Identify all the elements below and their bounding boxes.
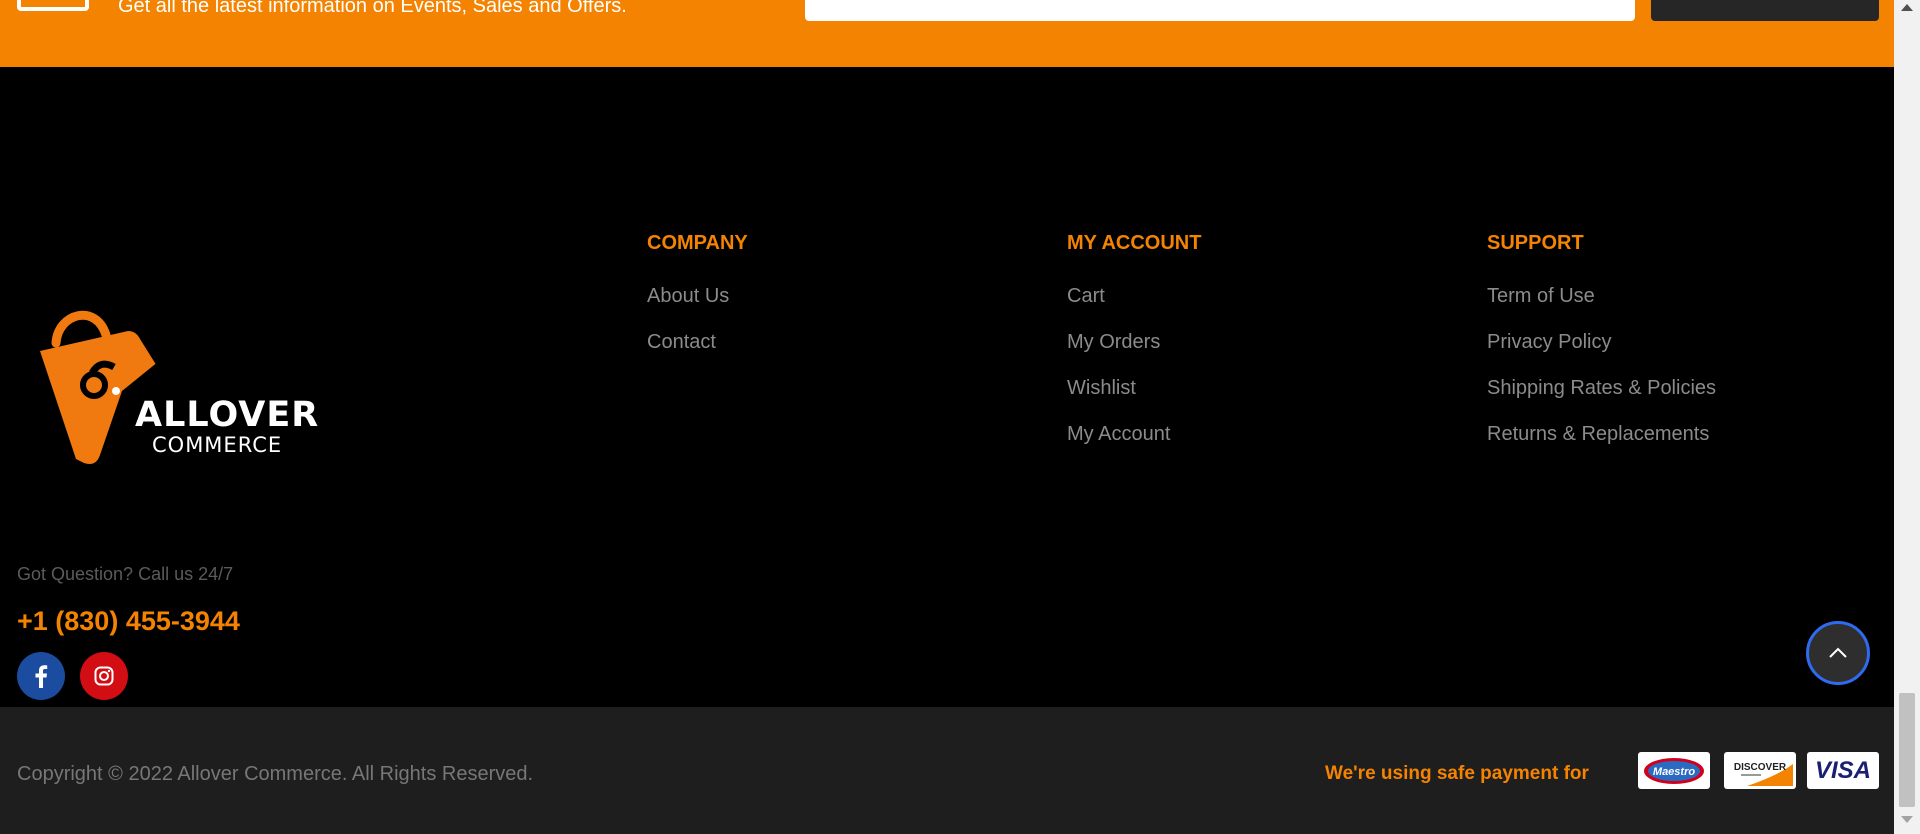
footer-link-term-of-use[interactable]: Term of Use — [1487, 284, 1716, 308]
newsletter-bar: Get all the latest information on Events… — [0, 0, 1894, 67]
column-heading-company: COMPANY — [647, 232, 748, 254]
footer-link-contact[interactable]: Contact — [647, 330, 748, 354]
footer-link-returns[interactable]: Returns & Replacements — [1487, 422, 1716, 446]
newsletter-text: Get all the latest information on Events… — [118, 0, 627, 17]
footer-link-about-us[interactable]: About Us — [647, 284, 748, 308]
contact-question: Got Question? Call us 24/7 — [17, 564, 234, 584]
footer-link-shipping-rates[interactable]: Shipping Rates & Policies — [1487, 376, 1716, 400]
scroll-down-arrow-icon[interactable] — [1901, 816, 1913, 823]
footer-main: ALLOVER COMMERCE Got Question? Call us 2… — [0, 67, 1894, 707]
column-heading-support: SUPPORT — [1487, 232, 1584, 254]
column-heading-my-account: MY ACCOUNT — [1067, 232, 1202, 254]
payment-label: We're using safe payment for — [1325, 763, 1589, 784]
footer-link-cart[interactable]: Cart — [1067, 284, 1201, 308]
discover-card: DISCOVER — [1724, 752, 1796, 789]
envelope-icon — [17, 0, 89, 11]
footer-link-privacy-policy[interactable]: Privacy Policy — [1487, 330, 1716, 354]
facebook-icon — [35, 665, 48, 688]
copyright-text: Copyright © 2022 Allover Commerce. All R… — [17, 763, 534, 785]
footer-link-wishlist[interactable]: Wishlist — [1067, 376, 1201, 400]
maestro-card: Maestro — [1638, 752, 1710, 789]
discover-text: DISCOVER — [1734, 762, 1787, 773]
page-scrollbar[interactable] — [1894, 0, 1920, 834]
shopping-bag-logo-icon — [40, 310, 176, 464]
subscribe-button[interactable] — [1651, 0, 1879, 21]
footer-link-my-orders[interactable]: My Orders — [1067, 330, 1201, 354]
footer-link-my-account[interactable]: My Account — [1067, 422, 1201, 446]
visa-card: VISA — [1807, 752, 1879, 789]
instagram-button[interactable] — [80, 652, 128, 700]
footer-bottom-bar: Copyright © 2022 Allover Commerce. All R… — [0, 707, 1894, 834]
footer-column-support: SUPPORT Term of Use Privacy Policy Shipp… — [1487, 229, 1716, 468]
newsletter-email-input[interactable] — [805, 0, 1635, 21]
facebook-button[interactable] — [17, 652, 65, 700]
footer-column-my-account: MY ACCOUNT Cart My Orders Wishlist My Ac… — [1067, 229, 1201, 468]
visa-logo-icon: VISA — [1814, 756, 1871, 784]
scroll-to-top-button[interactable] — [1806, 621, 1870, 685]
discover-logo-icon: DISCOVER — [1734, 762, 1793, 786]
instagram-icon — [94, 666, 114, 686]
contact-phone[interactable]: +1 (830) 455-3944 — [17, 605, 240, 637]
maestro-text: Maestro — [1653, 766, 1695, 778]
brand-subname: COMMERCE — [152, 433, 283, 457]
brand-logo[interactable]: ALLOVER COMMERCE — [36, 295, 320, 487]
footer-column-company: COMPANY About Us Contact — [647, 229, 748, 376]
chevron-up-icon — [1829, 647, 1847, 658]
scroll-up-arrow-icon[interactable] — [1901, 4, 1913, 11]
maestro-logo-icon: Maestro — [1644, 757, 1704, 784]
scrollbar-thumb[interactable] — [1899, 693, 1915, 807]
brand-name: ALLOVER — [135, 395, 320, 435]
